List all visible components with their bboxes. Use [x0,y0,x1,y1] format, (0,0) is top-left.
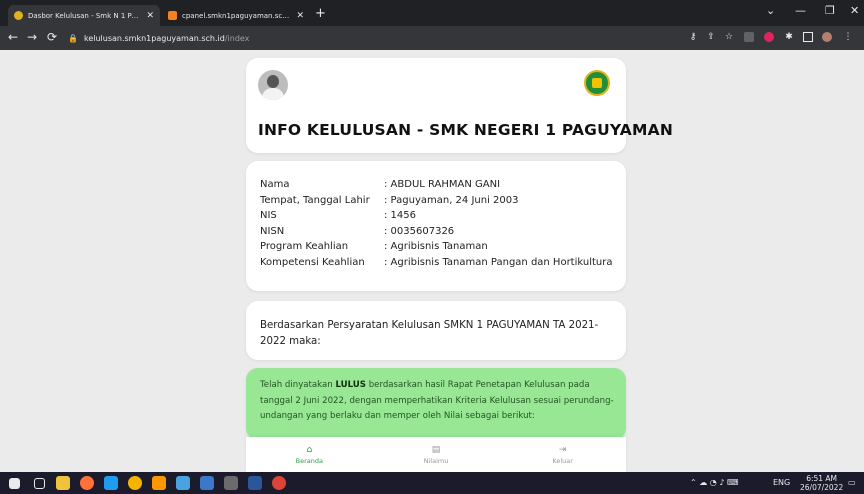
tab-cpanel[interactable]: cpanel.smkn1paguyaman.sch.id/ ✕ [162,5,310,26]
header-card: INFO KELULUSAN - SMK NEGERI 1 PAGUYAMAN [246,58,673,153]
graduation-result-text: Telah dinyatakan LULUS berdasarkan hasil… [260,378,620,425]
info-row: Program Keahlian : Agribisnis Tanaman [260,239,612,255]
tab-kelulusan[interactable]: Dasbor Kelulusan - Smk N 1 Pagu ✕ [8,5,160,26]
student-info-table: Nama : ABDUL RAHMAN GANI Tempat, Tanggal… [260,177,612,270]
star-icon[interactable]: ☆ [724,32,734,42]
info-row: Kompetensi Keahlian : Agribisnis Tanaman… [260,255,612,271]
nav-nilaimu[interactable]: ▤ Nilaimu [373,437,500,472]
task-view-icon[interactable] [34,478,45,489]
notification-icon[interactable]: ▭ [848,478,856,487]
info-label: NIS [260,210,277,222]
info-row: Nama : ABDUL RAHMAN GANI [260,177,612,193]
nav-keluar[interactable]: ⇥ Keluar [499,437,626,472]
puzzle-icon[interactable]: ✱ [784,32,794,42]
tab-search-icon[interactable]: ⌄ [766,4,775,17]
word-icon[interactable] [248,476,262,490]
home-icon: ⌂ [306,444,313,455]
restore-button[interactable]: ❐ [825,4,835,17]
info-value: : 0035607326 [384,225,455,237]
language-indicator[interactable]: ENG [773,478,790,487]
info-value: : 1456 [384,210,416,222]
new-tab-button[interactable]: + [315,6,326,21]
menu-icon[interactable]: ⋮ [843,32,853,42]
windows-taskbar: ⌃ ☁ ◔ ♪ ⌨ ENG 6:51 AM 26/07/2022 ▭ [0,472,864,494]
info-value: : ABDUL RAHMAN GANI [384,179,501,191]
student-info-card: Nama : ABDUL RAHMAN GANI Tempat, Tanggal… [246,161,626,291]
tab-title: Dasbor Kelulusan - Smk N 1 Pagu [28,11,143,20]
tab-title: cpanel.smkn1paguyaman.sch.id/ [182,11,293,20]
nav-label: Keluar [552,456,573,465]
sidepanel-icon[interactable] [803,32,813,42]
clock-date: 26/07/2022 [800,483,844,492]
info-row: Tempat, Tanggal Lahir : Paguyaman, 24 Ju… [260,193,612,209]
sublime-icon[interactable] [152,476,166,490]
app-icon[interactable] [176,476,190,490]
address-bar: ← → ⟳ 🔒 kelulusan.smkn1paguyaman.sch.id … [0,26,864,50]
clock-time: 6:51 AM [806,474,838,483]
cpanel-favicon-icon [168,11,177,20]
tab-close-icon[interactable]: ✕ [146,11,154,21]
browser-tab-bar: Dasbor Kelulusan - Smk N 1 Pagu ✕ cpanel… [0,0,864,26]
info-label: Program Keahlian [260,241,349,253]
info-value: : Agribisnis Tanaman [384,241,488,253]
share-icon[interactable]: ⇪ [706,32,716,42]
windows-start-icon[interactable] [9,478,20,489]
info-label: Kompetensi Keahlian [260,256,365,268]
info-value: : Paguyaman, 24 Juni 2003 [384,194,519,206]
forward-button[interactable]: → [27,30,37,44]
clock[interactable]: 6:51 AM 26/07/2022 [800,474,843,492]
site-favicon-icon [14,11,23,20]
nav-label: Nilaimu [423,456,449,465]
close-window-button[interactable]: ✕ [850,4,859,17]
student-avatar [258,70,288,100]
result-prefix: Telah dinyatakan [260,380,336,390]
app-icon[interactable] [200,476,214,490]
requirements-note-card: Berdasarkan Persyaratan Kelulusan SMKN 1… [246,301,626,360]
book-icon: ▤ [431,444,441,455]
info-value: : Agribisnis Tanaman Pangan dan Hortikul… [384,256,613,268]
back-button[interactable]: ← [8,30,18,44]
info-label: Tempat, Tanggal Lahir [260,194,370,206]
firefox-icon[interactable] [80,476,94,490]
opera-extension-icon[interactable] [764,32,774,42]
minimize-button[interactable]: — [795,4,806,17]
page-title: INFO KELULUSAN - SMK NEGERI 1 PAGUYAMAN [258,121,673,139]
extension-icon[interactable] [744,32,754,42]
chrome-active-icon[interactable] [272,476,286,490]
info-label: Nama [260,179,290,191]
key-icon[interactable]: ⚷ [688,32,698,42]
system-tray-icons[interactable]: ⌃ ☁ ◔ ♪ ⌨ [690,478,739,487]
page-viewport: INFO KELULUSAN - SMK NEGERI 1 PAGUYAMAN … [0,50,864,472]
graduation-result-card: Telah dinyatakan LULUS berdasarkan hasil… [246,368,626,440]
url-domain: kelulusan.smkn1paguyaman.sch.id [83,33,225,43]
logout-icon: ⇥ [558,444,567,455]
nav-beranda[interactable]: ⌂ Beranda [246,437,373,472]
lock-icon: 🔒 [68,33,78,43]
tab-close-icon[interactable]: ✕ [296,11,304,21]
info-row: NISN : 0035607326 [260,224,612,240]
school-logo-icon [584,70,610,96]
requirements-note-text: Berdasarkan Persyaratan Kelulusan SMKN 1… [260,320,599,347]
nav-label: Beranda [295,456,323,465]
result-status: LULUS [335,380,366,390]
profile-avatar-icon[interactable] [822,32,832,42]
reload-button[interactable]: ⟳ [47,30,57,44]
url-path: /index [224,33,250,43]
file-explorer-icon[interactable] [56,476,70,490]
info-row: NIS : 1456 [260,208,612,224]
chrome-icon[interactable] [128,476,142,490]
url-field[interactable]: 🔒 kelulusan.smkn1paguyaman.sch.id /index [68,29,678,47]
calculator-icon[interactable] [224,476,238,490]
bottom-navigation: ⌂ Beranda ▤ Nilaimu ⇥ Keluar [246,437,626,472]
info-label: NISN [260,225,285,237]
vscode-icon[interactable] [104,476,118,490]
